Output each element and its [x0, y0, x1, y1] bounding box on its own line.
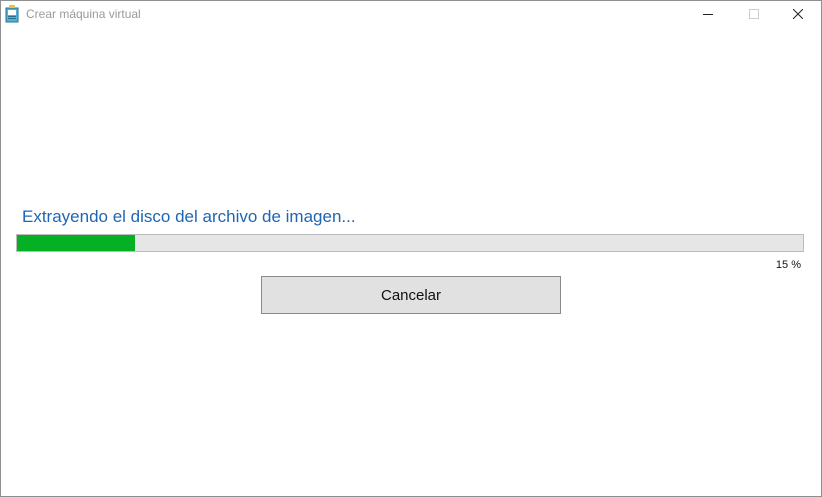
create-vm-window: Crear máquina virtual Extrayendo el disc…	[0, 0, 822, 497]
minimize-icon	[703, 6, 713, 24]
title-bar[interactable]: Crear máquina virtual	[1, 1, 821, 28]
dialog-content: Extrayendo el disco del archivo de image…	[1, 28, 821, 496]
maximize-icon	[749, 6, 759, 24]
app-icon	[5, 5, 19, 23]
progress-bar-fill	[17, 235, 135, 251]
maximize-button[interactable]	[731, 1, 777, 28]
status-message: Extrayendo el disco del archivo de image…	[22, 207, 356, 226]
cancel-button[interactable]: Cancelar	[261, 276, 561, 314]
close-icon	[792, 6, 804, 24]
progress-percent: 15 %	[775, 259, 801, 271]
progress-bar	[16, 234, 804, 252]
window-title: Crear máquina virtual	[26, 7, 141, 21]
minimize-button[interactable]	[685, 1, 731, 28]
close-button[interactable]	[775, 1, 821, 28]
